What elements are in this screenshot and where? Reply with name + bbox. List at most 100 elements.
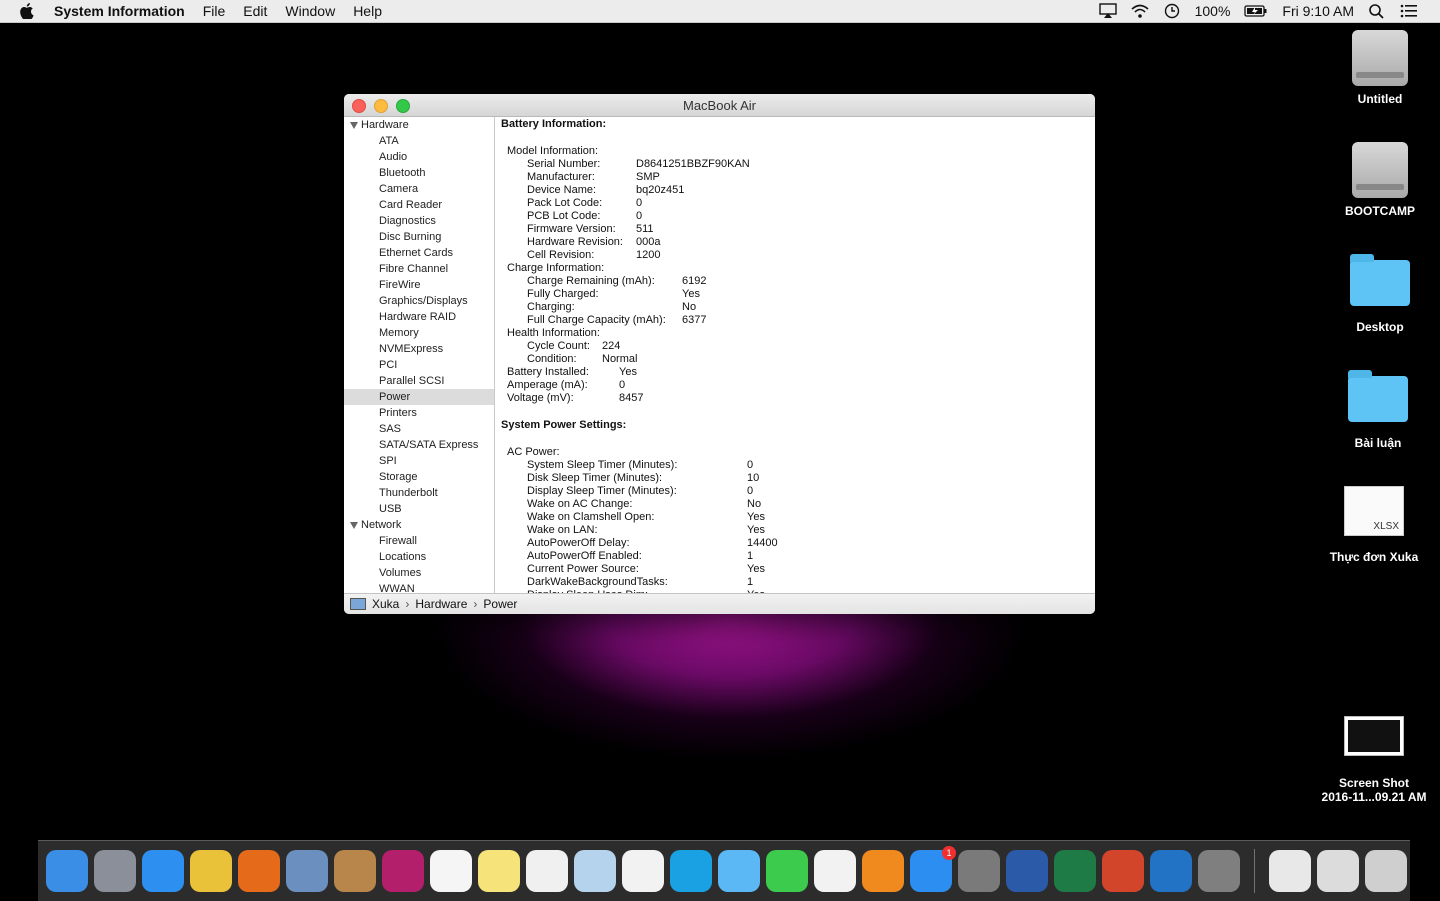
app-store-icon[interactable]: 1 [910,846,956,892]
desktop-icon-screenshot[interactable]: Screen Shot 2016-11...09.21 AM [1314,716,1434,804]
reminders-icon[interactable] [526,850,568,892]
menubar-clock[interactable]: Fri 9:10 AM [1282,3,1354,19]
menu-help[interactable]: Help [353,3,382,19]
sidebar-item-nvmexpress[interactable]: NVMExpress [344,341,494,357]
notes-icon[interactable] [478,850,520,892]
path-component-hardware[interactable]: Hardware [415,597,467,611]
notification-center-icon[interactable] [1400,3,1418,19]
sidebar-item-sas[interactable]: SAS [344,421,494,437]
sidebar-item-audio[interactable]: Audio [344,149,494,165]
minimize-window-button[interactable] [374,99,388,113]
property-label: DarkWakeBackgroundTasks: [527,576,668,588]
sidebar-item-hardware-raid[interactable]: Hardware RAID [344,309,494,325]
battery-percentage[interactable]: 100% [1195,3,1231,19]
path-separator-chevron-icon: › [473,597,478,611]
model-info-row: Device Name: bq20z451 [501,184,1095,197]
sidebar-item-volumes[interactable]: Volumes [344,565,494,581]
desktop-icon-untitled[interactable]: Untitled [1320,30,1440,106]
property-label: Wake on Clamshell Open: [527,511,655,523]
apple-icon[interactable] [20,3,36,19]
skype-icon[interactable] [670,850,712,892]
sidebar-item-parallel-scsi[interactable]: Parallel SCSI [344,373,494,389]
menu-file[interactable]: File [203,3,226,19]
app-name-menu[interactable]: System Information [54,3,185,19]
itunes-icon[interactable] [814,850,856,892]
sidebar-item-printers[interactable]: Printers [344,405,494,421]
outlook-icon[interactable] [1150,850,1192,892]
desktop-icon-bai-luan-folder[interactable]: Bài luận [1318,370,1438,450]
documents-icon[interactable] [1269,850,1311,892]
downloads-icon[interactable] [1317,850,1359,892]
sidebar-item-pci[interactable]: PCI [344,357,494,373]
safari-icon[interactable] [142,850,184,892]
disclosure-triangle-icon[interactable] [350,121,358,129]
sidebar-item-storage[interactable]: Storage [344,469,494,485]
desktop-icon-label: BOOTCAMP [1345,204,1415,218]
sidebar-item-thunderbolt[interactable]: Thunderbolt [344,485,494,501]
firefox-icon[interactable] [238,850,280,892]
battery-charging-icon[interactable] [1244,3,1268,19]
zoom-window-button[interactable] [396,99,410,113]
property-value: 8457 [619,392,644,404]
sidebar-item-power[interactable]: Power [344,389,494,405]
chrome-icon[interactable] [190,850,232,892]
path-component-power[interactable]: Power [483,597,517,611]
close-window-button[interactable] [352,99,366,113]
sidebar-item-spi[interactable]: SPI [344,453,494,469]
ibooks-icon[interactable] [862,850,904,892]
sidebar-item-firewire[interactable]: FireWire [344,277,494,293]
word-icon[interactable] [1006,850,1048,892]
launchpad-icon[interactable] [94,850,136,892]
sidebar-item-ethernet-cards[interactable]: Ethernet Cards [344,245,494,261]
sidebar-item-sata-sata-express[interactable]: SATA/SATA Express [344,437,494,453]
preview-icon[interactable] [286,850,328,892]
property-label: Condition: [527,353,577,365]
sidebar-item-camera[interactable]: Camera [344,181,494,197]
system-preferences-icon[interactable] [958,850,1000,892]
excel-icon[interactable] [1054,850,1096,892]
menu-window[interactable]: Window [285,3,335,19]
desktop-icon-xlsx-file[interactable]: XLSX Thực đơn Xuka [1314,486,1434,564]
messages-icon[interactable] [718,850,760,892]
desktop-icon-label: Bài luận [1354,436,1402,450]
time-machine-icon[interactable] [1163,3,1181,19]
photo-booth-icon[interactable] [382,850,424,892]
photos-icon[interactable] [622,850,664,892]
path-component-computer[interactable]: Xuka [372,597,399,611]
desktop-icon-bootcamp[interactable]: BOOTCAMP [1320,142,1440,218]
sidebar-item-locations[interactable]: Locations [344,549,494,565]
sidebar-item-bluetooth[interactable]: Bluetooth [344,165,494,181]
sidebar-item-fibre-channel[interactable]: Fibre Channel [344,261,494,277]
window-title: MacBook Air [683,97,756,113]
airplay-icon[interactable] [1098,3,1117,19]
sidebar-item-diagnostics[interactable]: Diagnostics [344,213,494,229]
sidebar-item-memory[interactable]: Memory [344,325,494,341]
finder-icon[interactable] [46,850,88,892]
sidebar-item-firewall[interactable]: Firewall [344,533,494,549]
contacts-icon[interactable] [334,850,376,892]
sidebar-item-usb[interactable]: USB [344,501,494,517]
sidebar-group-hardware[interactable]: Hardware [344,117,494,133]
ac-power-row: Disk Sleep Timer (Minutes): 10 [501,472,1095,485]
wifi-icon[interactable] [1131,3,1149,19]
trash-icon[interactable] [1365,850,1407,892]
facetime-icon[interactable] [766,850,808,892]
sidebar-group-network[interactable]: Network [344,517,494,533]
property-label: Charging: [527,301,575,313]
menu-edit[interactable]: Edit [243,3,267,19]
sidebar-item-card-reader[interactable]: Card Reader [344,197,494,213]
window-titlebar[interactable]: MacBook Air [344,94,1095,117]
preview-2-icon[interactable] [574,850,616,892]
sidebar-tree[interactable]: Hardware ATA Audio Bluetooth Camera Card Rea… [344,117,495,594]
sidebar-item-ata[interactable]: ATA [344,133,494,149]
disclosure-triangle-icon[interactable] [350,521,358,529]
sidebar-item-graphics-displays[interactable]: Graphics/Displays [344,293,494,309]
calendar-icon[interactable] [430,850,472,892]
spotlight-search-icon[interactable] [1368,3,1386,19]
sidebar-item-disc-burning[interactable]: Disc Burning [344,229,494,245]
desktop-icon-label: Screen Shot [1338,776,1410,790]
archive-utility-icon[interactable] [1198,850,1240,892]
desktop-icon-desktop-folder[interactable]: Desktop [1320,254,1440,334]
powerpoint-icon[interactable] [1102,850,1144,892]
property-label: Charge Remaining (mAh): [527,275,655,287]
